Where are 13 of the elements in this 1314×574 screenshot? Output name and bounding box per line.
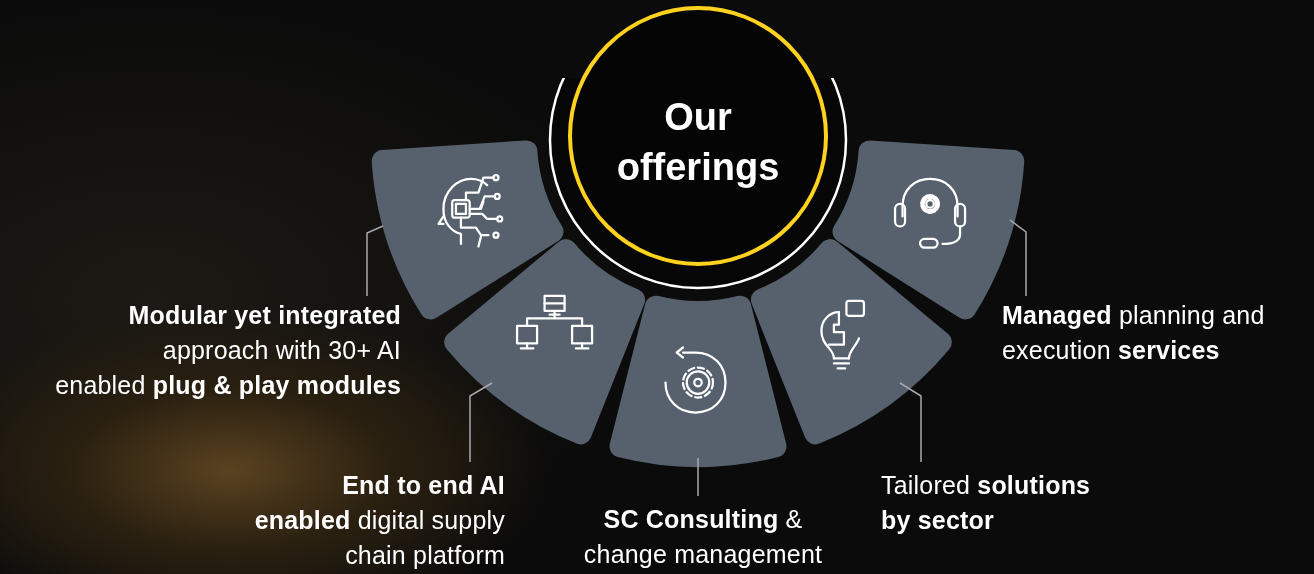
- diagram-title: Our offerings: [615, 95, 781, 190]
- network-computers-icon: [515, 294, 594, 350]
- head-circuit-icon: [437, 174, 504, 248]
- lightbulb-puzzle-icon: [820, 299, 866, 370]
- leader-line: [697, 457, 699, 497]
- gear-cycle-icon: [664, 346, 727, 414]
- offering-description: Managed planning and execution services: [1002, 300, 1265, 366]
- leader-line: [366, 225, 384, 297]
- headset-gear-icon: [893, 177, 967, 249]
- offering-description: Tailored solutions by sector: [881, 470, 1091, 536]
- offering-description: SC Consulting & change management: [583, 504, 823, 570]
- offering-description: End to end AI enabled digital supply chain platform: [254, 470, 505, 571]
- offering-description: Modular yet integrated approach with 30+ AI enabled plug & play modules: [55, 300, 401, 401]
